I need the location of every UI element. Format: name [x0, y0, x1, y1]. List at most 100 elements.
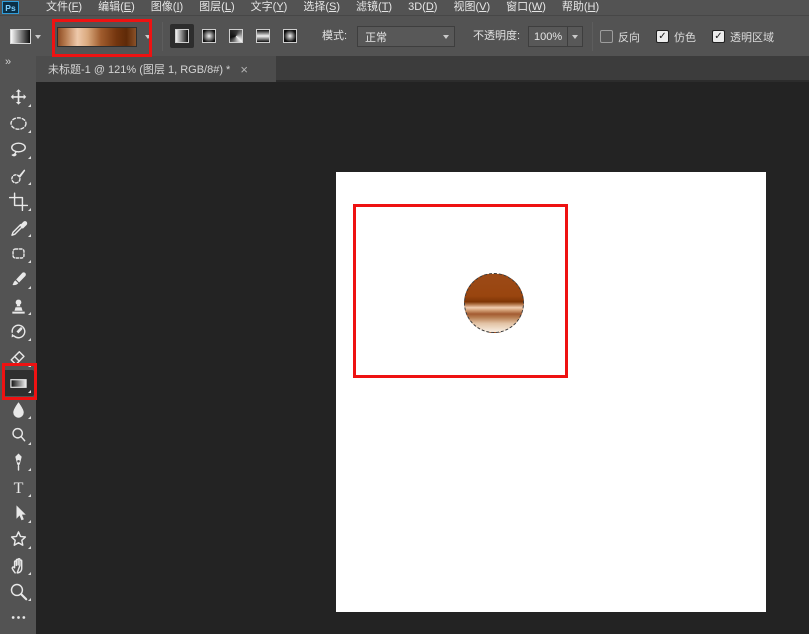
- tool-dodge[interactable]: [2, 422, 34, 448]
- flyout-corner-icon: [28, 442, 31, 445]
- chevron-down-icon: [443, 35, 449, 39]
- flyout-corner-icon: [28, 130, 31, 133]
- flyout-corner-icon: [28, 156, 31, 159]
- menu-item-layer[interactable]: 图层(L): [191, 0, 242, 15]
- tool-pen[interactable]: [2, 448, 34, 474]
- menu-item-3d[interactable]: 3D(D): [400, 0, 445, 15]
- tool-eraser[interactable]: [2, 344, 34, 370]
- opacity-value-box[interactable]: 100%: [528, 26, 568, 47]
- menu-item-window[interactable]: 窗口(W): [498, 0, 554, 15]
- tool-quick-selection[interactable]: [2, 162, 34, 188]
- opacity-dropdown-button[interactable]: [567, 26, 583, 47]
- reverse-checkbox[interactable]: [600, 30, 613, 43]
- menu-item-view[interactable]: 视图(V): [445, 0, 498, 15]
- gradient-preset-icon: [10, 29, 31, 44]
- tool-type[interactable]: T: [2, 474, 34, 500]
- checkbox-group-dither: ✓ 仿色: [656, 29, 696, 45]
- move-icon: [9, 88, 28, 107]
- custom-shape-icon: [9, 530, 28, 549]
- opacity-value: 100%: [534, 31, 562, 43]
- photoshop-logo: Ps: [2, 1, 19, 14]
- flyout-corner-icon: [28, 234, 31, 237]
- flyout-corner-icon: [28, 260, 31, 263]
- reflected-gradient-icon: [256, 29, 270, 43]
- gradient-type-radial-button[interactable]: [197, 24, 221, 48]
- menu-item-type[interactable]: 文字(Y): [243, 0, 296, 15]
- tool-brush[interactable]: [2, 266, 34, 292]
- transparency-checkbox[interactable]: ✓: [712, 30, 725, 43]
- dodge-icon: [9, 426, 28, 445]
- opacity-label: 不透明度:: [473, 16, 520, 57]
- menu-items: 文件(F)编辑(E)图像(I)图层(L)文字(Y)选择(S)滤镜(T)3D(D)…: [38, 0, 607, 15]
- flyout-corner-icon: [28, 182, 31, 185]
- tool-clone-stamp[interactable]: [2, 292, 34, 318]
- flyout-corner-icon: [28, 546, 31, 549]
- option-checkboxes: 反向✓仿色✓透明区域: [600, 16, 774, 57]
- brush-icon: [9, 270, 28, 289]
- gradient-picker-arrow[interactable]: [140, 27, 155, 47]
- tool-spot-healing[interactable]: [2, 240, 34, 266]
- collapse-toolbar-icon[interactable]: »: [5, 56, 10, 68]
- menu-item-file[interactable]: 文件(F): [38, 0, 90, 15]
- svg-text:T: T: [13, 479, 23, 496]
- tool-zoom[interactable]: [2, 578, 34, 604]
- flyout-corner-icon: [28, 208, 31, 211]
- pen-icon: [9, 452, 28, 471]
- crop-icon: [9, 192, 28, 211]
- blur-icon: [9, 400, 28, 419]
- flyout-corner-icon: [28, 312, 31, 315]
- tool-preset-picker[interactable]: [10, 26, 46, 47]
- elliptical-marquee-icon: [9, 114, 28, 133]
- tool-elliptical-marquee[interactable]: [2, 110, 34, 136]
- lasso-icon: [9, 140, 28, 159]
- angle-gradient-icon: [229, 29, 243, 43]
- flyout-corner-icon: [28, 104, 31, 107]
- tool-lasso[interactable]: [2, 136, 34, 162]
- flyout-corner-icon: [28, 338, 31, 341]
- divider: [162, 22, 163, 51]
- tool-eyedropper[interactable]: [2, 214, 34, 240]
- gradient-type-reflected-button[interactable]: [251, 24, 275, 48]
- menu-item-select[interactable]: 选择(S): [295, 0, 348, 15]
- flyout-corner-icon: [28, 520, 31, 523]
- tool-gradient[interactable]: [2, 370, 34, 396]
- menu-item-help[interactable]: 帮助(H): [554, 0, 607, 15]
- gradient-type-diamond-button[interactable]: [278, 24, 302, 48]
- tool-custom-shape[interactable]: [2, 526, 34, 552]
- menu-item-edit[interactable]: 编辑(E): [90, 0, 143, 15]
- tool-hand[interactable]: [2, 552, 34, 578]
- tool-history-brush[interactable]: [2, 318, 34, 344]
- flyout-corner-icon: [28, 286, 31, 289]
- tool-move[interactable]: [2, 84, 34, 110]
- document-tab[interactable]: 未标题-1 @ 121% (图层 1, RGB/8#) * ×: [36, 56, 276, 82]
- circular-selection-copper-gradient[interactable]: [464, 273, 524, 333]
- checkbox-group-reverse: 反向: [600, 29, 640, 45]
- tool-more-tools[interactable]: [2, 604, 34, 630]
- document-tab-title: 未标题-1 @ 121% (图层 1, RGB/8#) *: [48, 61, 230, 77]
- chevron-down-icon: [145, 35, 151, 39]
- blend-mode-value: 正常: [365, 29, 387, 45]
- reverse-checkbox-label: 反向: [618, 29, 640, 45]
- clone-stamp-icon: [9, 296, 28, 315]
- dither-checkbox-label: 仿色: [674, 29, 696, 45]
- mode-label: 模式:: [322, 16, 347, 57]
- gradient-preview-swatch[interactable]: [57, 27, 137, 47]
- close-icon[interactable]: ×: [240, 63, 248, 76]
- gradient-type-angle-button[interactable]: [224, 24, 248, 48]
- flyout-corner-icon: [28, 416, 31, 419]
- tool-blur[interactable]: [2, 396, 34, 422]
- history-brush-icon: [9, 322, 28, 341]
- menu-item-image[interactable]: 图像(I): [143, 0, 191, 15]
- path-selection-icon: [9, 504, 28, 523]
- dither-checkbox[interactable]: ✓: [656, 30, 669, 43]
- gradient-type-linear-button[interactable]: [170, 24, 194, 48]
- photoshop-window: Ps 文件(F)编辑(E)图像(I)图层(L)文字(Y)选择(S)滤镜(T)3D…: [0, 0, 809, 634]
- blend-mode-dropdown[interactable]: 正常: [357, 26, 455, 47]
- document-canvas[interactable]: [336, 172, 766, 612]
- options-bar: 模式: 正常 不透明度: 100% 反向✓仿色✓透明区域: [0, 15, 809, 56]
- flyout-corner-icon: [28, 572, 31, 575]
- tool-path-selection[interactable]: [2, 500, 34, 526]
- chevron-down-icon: [35, 35, 41, 39]
- tool-crop[interactable]: [2, 188, 34, 214]
- menu-item-filter[interactable]: 滤镜(T): [348, 0, 400, 15]
